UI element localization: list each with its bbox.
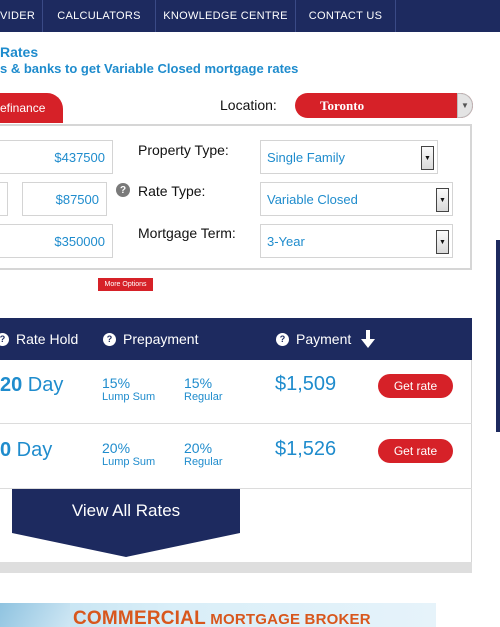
- rate-type-value: Variable Closed: [267, 191, 358, 207]
- divider: [0, 562, 472, 573]
- tab-refinance[interactable]: efinance: [0, 93, 63, 123]
- ad-text: COMMERCIAL MORTGAGE BROKER: [73, 608, 371, 627]
- help-icon[interactable]: ?: [116, 183, 130, 197]
- mortgage-term-value: 3-Year: [267, 233, 305, 249]
- property-type-label: Property Type:: [138, 142, 229, 158]
- regular-label: Regular: [184, 456, 223, 468]
- results-header: ? Rate Hold ? Prepayment ? Payment: [0, 318, 472, 360]
- chevron-down-icon: ▼: [421, 146, 434, 170]
- ad-swoosh-graphic: [0, 603, 70, 627]
- view-all-rates-label: View All Rates: [71, 501, 181, 520]
- rate-hold-value: 0 Day: [0, 439, 53, 461]
- rate-type-label: Rate Type:: [138, 183, 206, 199]
- nav-item-calculators[interactable]: CALCULATORS: [43, 0, 156, 32]
- purchase-price-field[interactable]: $437500: [0, 140, 113, 174]
- down-payment-percent-field[interactable]: [0, 182, 8, 216]
- prepayment-header[interactable]: ? Prepayment: [103, 318, 198, 360]
- nav-item-provider[interactable]: VIDER: [0, 0, 43, 32]
- property-type-value: Single Family: [267, 149, 346, 165]
- rate-hold-header-label: Rate Hold: [16, 331, 79, 347]
- more-options-button[interactable]: More Options: [98, 278, 153, 291]
- mortgage-term-select[interactable]: 3-Year ▼: [260, 224, 453, 258]
- nav-item-knowledge-centre[interactable]: KNOWLEDGE CENTRE: [156, 0, 296, 32]
- prepayment-header-label: Prepayment: [123, 331, 199, 347]
- mortgage-amount-field[interactable]: $350000: [0, 224, 113, 258]
- top-navigation: VIDER CALCULATORS KNOWLEDGE CENTRE CONTA…: [0, 0, 500, 32]
- view-all-rates-button[interactable]: View All Rates: [12, 489, 240, 557]
- lump-sum-label: Lump Sum: [102, 456, 156, 468]
- payment-header-label: Payment: [296, 331, 352, 347]
- sort-down-arrow-icon[interactable]: [361, 330, 376, 348]
- down-payment-field[interactable]: $87500: [22, 182, 107, 216]
- location-label: Location:: [220, 97, 277, 113]
- property-type-select[interactable]: Single Family ▼: [260, 140, 438, 174]
- chevron-down-icon: ▼: [457, 93, 473, 118]
- payment-value: $1,509: [275, 373, 337, 395]
- location-value: Toronto: [320, 97, 365, 113]
- get-rate-button[interactable]: Get rate: [378, 439, 453, 463]
- mortgage-term-label: Mortgage Term:: [138, 225, 236, 241]
- rate-hold-header[interactable]: ? Rate Hold: [0, 318, 78, 360]
- table-row: 20 Day 15% Lump Sum 15% Regular $1,509 G…: [0, 360, 472, 424]
- lump-sum-percent: 20%: [102, 440, 131, 456]
- regular-label: Regular: [184, 391, 223, 403]
- lump-sum-percent: 15%: [102, 375, 131, 391]
- page: VIDER CALCULATORS KNOWLEDGE CENTRE CONTA…: [0, 0, 500, 627]
- payment-header[interactable]: ? Payment: [276, 318, 376, 360]
- chevron-down-icon: ▼: [436, 230, 449, 254]
- regular-percent: 15%: [184, 375, 213, 391]
- lump-sum-label: Lump Sum: [102, 391, 156, 403]
- page-subtitle: s & banks to get Variable Closed mortgag…: [0, 61, 299, 76]
- regular-percent: 20%: [184, 440, 213, 456]
- commercial-mortgage-broker-ad[interactable]: COMMERCIAL MORTGAGE BROKER: [0, 603, 436, 627]
- side-panel-edge: [496, 240, 500, 432]
- location-select[interactable]: Toronto ▼: [295, 93, 473, 118]
- help-icon[interactable]: ?: [103, 332, 116, 346]
- rate-hold-value: 20 Day: [0, 374, 64, 396]
- payment-value: $1,526: [275, 438, 337, 460]
- page-title: Rates: [0, 44, 39, 60]
- get-rate-button[interactable]: Get rate: [378, 374, 453, 398]
- help-icon[interactable]: ?: [0, 332, 9, 346]
- help-icon[interactable]: ?: [276, 332, 289, 346]
- nav-item-contact-us[interactable]: CONTACT US: [296, 0, 396, 32]
- rate-type-select[interactable]: Variable Closed ▼: [260, 182, 453, 216]
- table-row: 0 Day 20% Lump Sum 20% Regular $1,526 Ge…: [0, 425, 472, 489]
- chevron-down-icon: ▼: [436, 188, 449, 212]
